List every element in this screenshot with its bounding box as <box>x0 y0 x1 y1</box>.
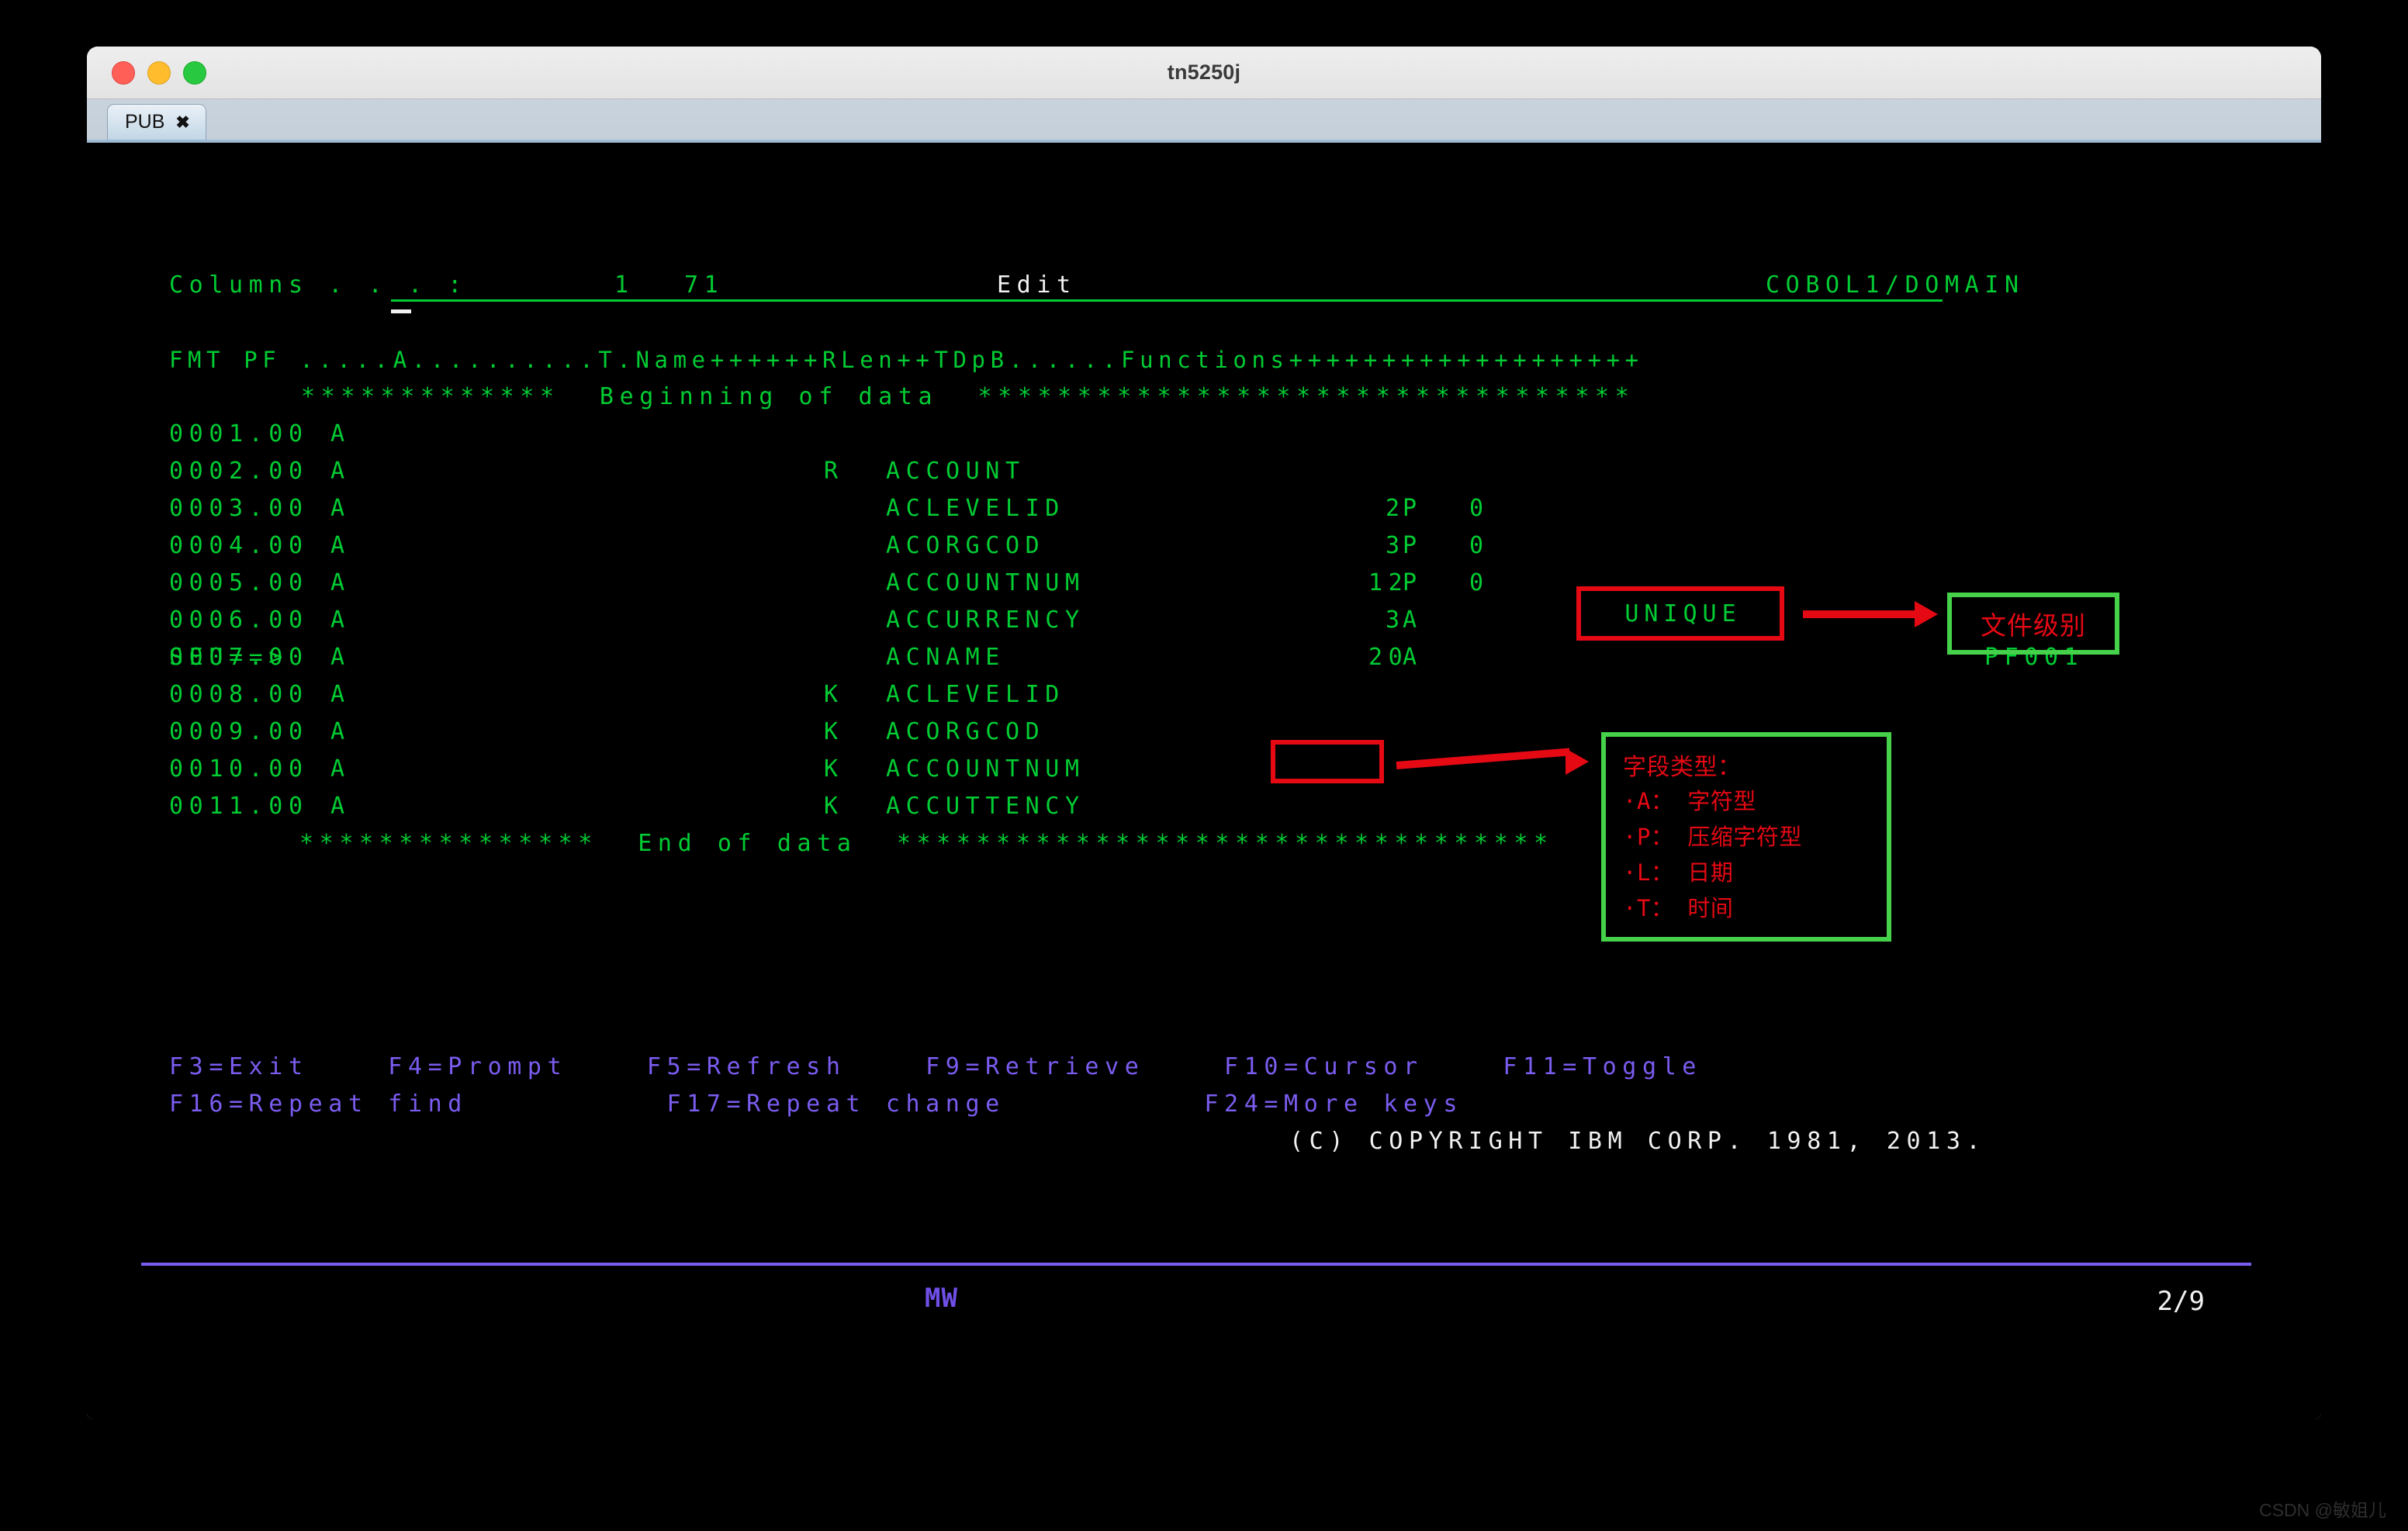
cell-name: ACORGCOD <box>886 714 1045 751</box>
field-types-title: 字段类型： <box>1623 748 1887 782</box>
edit-mode-label: Edit <box>997 267 1077 304</box>
fmt-ruler-row: FMT PF .....A..........T.Name++++++RLen+… <box>141 862 2251 900</box>
field-type-item-t: ·T： 时间 <box>1623 890 1887 926</box>
file-level-label: 文件级别 <box>1981 605 2086 642</box>
cell-seq: 0008.00 <box>169 676 309 714</box>
columns-from: 1 <box>614 267 635 304</box>
cell-key: K <box>824 714 844 751</box>
cell-dtype: A <box>1403 602 1423 639</box>
field-type-item-a: ·A： 字符型 <box>1623 783 1887 819</box>
field-type-item-l: ·L： 日期 <box>1623 855 1887 890</box>
arrow-shaft <box>1396 748 1570 769</box>
cell-key: K <box>824 751 844 788</box>
tab-label: PUB <box>125 111 164 133</box>
cell-seq: 0006.00 <box>169 602 309 639</box>
cell-name: ACORGCOD <box>886 527 1045 565</box>
field-type-item-p: ·P： 压缩字符型 <box>1623 819 1887 855</box>
cell-name: ACCURRENCY <box>886 602 1085 639</box>
window-titlebar: tn5250j <box>87 47 2321 99</box>
cell-key: K <box>824 788 844 825</box>
minimize-window-button[interactable] <box>147 61 171 85</box>
traffic-light-group <box>112 61 206 85</box>
application-window: tn5250j PUB ✖ Columns . . . : 1 71 Edit … <box>87 47 2321 1419</box>
columns-to: 71 <box>684 267 724 304</box>
table-row[interactable] <box>141 1384 2251 1419</box>
cell-dec: 0 <box>1469 527 1489 565</box>
cell-seq: 0011.00 <box>169 788 309 825</box>
cell-key: K <box>824 676 844 714</box>
cell-type: A <box>330 527 351 565</box>
annotation-box-field-length-type <box>1271 740 1384 783</box>
cell-name: ACCOUNT <box>886 453 1026 490</box>
cell-type: A <box>330 416 351 453</box>
cell-name: ACCOUNTNUM <box>886 565 1085 602</box>
annotation-box-file-level: 文件级别 <box>1947 593 2119 655</box>
cell-name: ACNAME <box>886 639 1005 676</box>
cell-type: A <box>330 639 351 676</box>
window-title: tn5250j <box>87 47 2321 98</box>
cell-seq: 0009.00 <box>169 714 309 751</box>
table-row[interactable] <box>141 1346 2251 1384</box>
close-window-button[interactable] <box>112 61 135 85</box>
annotation-box-unique: UNIQUE <box>1576 586 1784 641</box>
status-badge: MW <box>925 1283 958 1314</box>
fkeys-line-1[interactable]: F3=Exit F4=Prompt F5=Refresh F9=Retrieve… <box>169 1049 1702 1086</box>
fkeys-line-2[interactable]: F16=Repeat find F17=Repeat change F24=Mo… <box>169 1086 1463 1123</box>
cell-type: A <box>330 602 351 639</box>
member-name: COBOL1/DOMAIN <box>1766 267 2025 304</box>
cell-key: R <box>824 453 844 490</box>
tab-strip: PUB ✖ <box>87 99 2321 143</box>
unique-keyword-label: UNIQUE <box>1619 600 1741 627</box>
text-cursor <box>391 309 411 313</box>
terminal-screen[interactable]: Columns . . . : 1 71 Edit COBOL1/DOMAIN … <box>87 143 2321 1419</box>
cell-seq: 0010.00 <box>169 751 309 788</box>
table-row[interactable] <box>141 1309 2251 1346</box>
cell-seq: 0004.00 <box>169 527 309 565</box>
cell-dtype: P <box>1403 490 1423 527</box>
seu-input-underline <box>391 299 1943 302</box>
tab-pub[interactable]: PUB ✖ <box>107 104 206 140</box>
status-separator <box>141 1263 2251 1266</box>
arrow-head-icon <box>1915 601 1938 627</box>
copyright-text: (C) COPYRIGHT IBM CORP. 1981, 2013. <box>1289 1123 1986 1160</box>
beginning-of-data-marker: ************* Beginning of data ********… <box>301 378 1635 416</box>
terminal-header-row: Columns . . . : 1 71 Edit COBOL1/DOMAIN <box>141 416 2251 453</box>
cell-seq: 0007.00 <box>169 639 309 676</box>
cell-seq: 0002.00 <box>169 453 309 490</box>
cell-seq: 0003.00 <box>169 490 309 527</box>
terminal-text-area: Columns . . . : 1 71 Edit COBOL1/DOMAIN … <box>141 267 2251 1419</box>
cell-type: A <box>330 676 351 714</box>
annotation-arrow-unique <box>1803 600 1943 628</box>
cell-dtype: P <box>1403 565 1423 602</box>
table-row[interactable] <box>141 1272 2251 1309</box>
watermark: CSDN @敏姐儿 <box>2259 1495 2386 1522</box>
cell-type: A <box>330 453 351 490</box>
cell-name: ACLEVELID <box>886 490 1065 527</box>
arrow-shaft <box>1803 610 1919 618</box>
close-icon[interactable]: ✖ <box>175 114 189 131</box>
cell-name: ACCOUNTNUM <box>886 751 1085 788</box>
table-row[interactable] <box>141 1235 2251 1272</box>
end-of-data-marker: *************** End of data ************… <box>299 825 1554 862</box>
columns-label: Columns . . . : <box>169 267 468 304</box>
annotation-arrow-field-type <box>1396 746 1598 777</box>
cell-name: ACLEVELID <box>886 676 1065 714</box>
cell-seq: 0005.00 <box>169 565 309 602</box>
arrow-head-icon <box>1566 748 1589 775</box>
cell-type: A <box>330 714 351 751</box>
cell-name: ACCUTTENCY <box>886 788 1085 825</box>
cell-type: A <box>330 751 351 788</box>
cell-type: A <box>330 490 351 527</box>
cell-dec: 0 <box>1469 565 1489 602</box>
annotation-box-field-types: 字段类型： ·A： 字符型 ·P： 压缩字符型 ·L： 日期 ·T： 时间 <box>1601 732 1891 942</box>
cell-type: A <box>330 788 351 825</box>
cell-seq: 0001.00 <box>169 416 309 453</box>
fmt-ruler: FMT PF .....A..........T.Name++++++RLen+… <box>169 341 1644 378</box>
cell-dec: 0 <box>1469 490 1489 527</box>
maximize-window-button[interactable] <box>183 61 206 85</box>
cell-dtype: P <box>1403 527 1423 565</box>
cell-dtype: A <box>1403 639 1423 676</box>
page-indicator: 2/9 <box>2157 1286 2205 1317</box>
cell-type: A <box>330 565 351 602</box>
